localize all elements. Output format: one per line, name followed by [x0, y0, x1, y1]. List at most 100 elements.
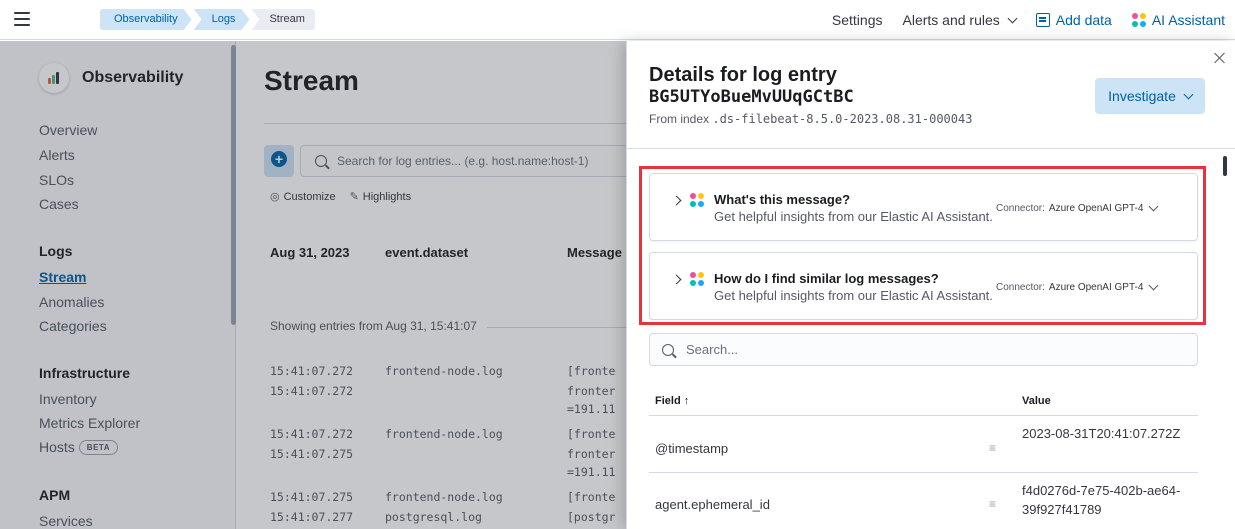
- ai-assistant-icon: [1131, 13, 1146, 27]
- menu-toggle-icon[interactable]: [14, 12, 30, 26]
- flyout-scrollbar[interactable]: [1223, 156, 1227, 176]
- chevron-down-icon: [1183, 89, 1194, 99]
- field-name: agent.ephemeral_id: [655, 497, 770, 512]
- log-time: 15:41:07.275: [270, 490, 354, 504]
- sidebar-item-inventory[interactable]: Inventory: [39, 391, 97, 407]
- sidebar-item-metrics-explorer[interactable]: Metrics Explorer: [39, 415, 140, 431]
- search-icon: [315, 155, 327, 167]
- chevron-down-icon: [1007, 13, 1018, 23]
- flyout-header-divider: [627, 148, 1235, 149]
- connector-label: Connector:: [996, 203, 1045, 214]
- customize-button[interactable]: ◎ Customize: [270, 190, 336, 203]
- add-data-label: Add data: [1055, 12, 1112, 28]
- investigate-label: Investigate: [1108, 88, 1176, 104]
- sidebar-item-slos[interactable]: SLOs: [39, 172, 74, 188]
- log-search-placeholder: Search for log entries... (e.g. host.nam…: [337, 154, 589, 168]
- sort-ascending-icon: ↑: [683, 395, 690, 407]
- breadcrumb-stream: Stream: [251, 9, 315, 30]
- alerts-label: Alerts and rules: [902, 12, 1000, 28]
- close-icon[interactable]: [1213, 51, 1227, 65]
- sidebar-scrollbar[interactable]: [231, 45, 236, 325]
- header-actions: Settings Alerts and rules Add data AI As…: [832, 0, 1225, 40]
- breadcrumb: Observability Logs Stream: [100, 9, 317, 30]
- highlighter-icon: ✎: [349, 191, 359, 203]
- add-data-button[interactable]: Add data: [1035, 12, 1112, 28]
- ai-assistant-icon: [690, 193, 704, 207]
- sidebar-item-hosts-label: Hosts: [39, 439, 75, 455]
- log-time: 15:41:07.277: [270, 510, 354, 524]
- value-column-header: Value: [1022, 395, 1051, 407]
- sidebar-item-alerts[interactable]: Alerts: [39, 147, 75, 163]
- log-dataset: frontend-node.log: [385, 364, 503, 378]
- sidebar-item-overview[interactable]: Overview: [39, 122, 97, 138]
- ai-prompt-whats-this-message[interactable]: What's this message? Get helpful insight…: [649, 173, 1198, 241]
- ai-prompt-find-similar[interactable]: How do I find similar log messages? Get …: [649, 252, 1198, 320]
- ai-assistant-label: AI Assistant: [1151, 12, 1225, 28]
- field-name: @timestamp: [655, 441, 729, 456]
- sidebar-heading-apm: APM: [39, 487, 71, 503]
- highlights-button[interactable]: ✎ Highlights: [350, 190, 412, 203]
- index-prefix: From index: [649, 112, 713, 126]
- log-entry-index: From index .ds-filebeat-8.5.0-2023.08.31…: [649, 112, 972, 126]
- chevron-right-icon: [671, 274, 682, 285]
- connector-label: Connector:: [996, 282, 1045, 293]
- breadcrumb-observability[interactable]: Observability: [100, 9, 192, 30]
- alerts-and-rules-menu[interactable]: Alerts and rules: [902, 12, 1018, 28]
- add-filter-button[interactable]: [264, 145, 294, 177]
- filter-icon[interactable]: ≡: [989, 497, 996, 511]
- top-header: Observability Logs Stream Settings Alert…: [0, 0, 1235, 40]
- sidebar-heading-logs: Logs: [39, 243, 73, 259]
- field-column-header[interactable]: Field ↑: [655, 395, 689, 407]
- beta-badge: BETA: [78, 440, 118, 455]
- field-search-input[interactable]: Search...: [649, 333, 1198, 366]
- column-header-date[interactable]: Aug 31, 2023: [270, 245, 350, 260]
- ai-prompt-subtitle: Get helpful insights from our Elastic AI…: [714, 209, 993, 224]
- stream-page: Stream Search for log entries... (e.g. h…: [237, 41, 626, 529]
- connector-selector[interactable]: Connector: Azure OpenAI GPT-4: [996, 201, 1159, 214]
- sidebar-item-stream[interactable]: Stream: [39, 269, 86, 285]
- breadcrumb-logs[interactable]: Logs: [194, 9, 250, 30]
- ai-assistant-icon: [690, 272, 704, 286]
- settings-label: Settings: [831, 12, 883, 28]
- sidebar-item-hosts[interactable]: Hosts BETA: [39, 439, 118, 455]
- column-header-message[interactable]: Message: [567, 245, 622, 260]
- chevron-down-icon: [1148, 280, 1159, 291]
- log-time: 15:41:07.275: [270, 447, 354, 461]
- log-message: =191.11: [567, 465, 616, 479]
- filter-icon[interactable]: ≡: [989, 441, 996, 455]
- sidebar-item-anomalies[interactable]: Anomalies: [39, 294, 104, 310]
- customize-label: Customize: [283, 191, 336, 203]
- index-name: .ds-filebeat-8.5.0-2023.08.31-000043: [712, 112, 973, 126]
- log-dataset: frontend-node.log: [385, 427, 503, 441]
- investigate-button[interactable]: Investigate: [1095, 78, 1205, 114]
- observability-logo-icon: [39, 63, 69, 93]
- sidebar-item-categories[interactable]: Categories: [39, 318, 107, 334]
- log-entry-flyout: Details for log entry BG5UTYoBueMvUUqGCt…: [626, 41, 1235, 529]
- sidebar-item-cases[interactable]: Cases: [39, 196, 79, 212]
- observability-app: Observability Overview Alerts SLOs Cases…: [0, 41, 626, 529]
- chevron-down-icon: [1148, 201, 1159, 212]
- column-header-dataset[interactable]: event.dataset: [385, 245, 468, 260]
- field-value: f4d0276d-7e75-402b-ae64-39f927f41789: [1022, 483, 1181, 517]
- page-title: Stream: [264, 65, 359, 96]
- log-message: fronter: [567, 447, 616, 461]
- connector-selector[interactable]: Connector: Azure OpenAI GPT-4: [996, 280, 1159, 293]
- ai-prompt-question: How do I find similar log messages?: [714, 271, 939, 286]
- field-header-label: Field: [655, 395, 681, 407]
- log-time: 15:41:07.272: [270, 364, 354, 378]
- log-search-input[interactable]: Search for log entries... (e.g. host.nam…: [300, 145, 626, 177]
- title-divider: [264, 123, 626, 124]
- settings-link[interactable]: Settings: [832, 12, 883, 28]
- ai-prompt-question: What's this message?: [714, 192, 851, 207]
- showing-entries-text: Showing entries from Aug 31, 15:41:07: [270, 319, 477, 333]
- field-search-placeholder: Search...: [686, 342, 739, 357]
- add-data-icon: [1035, 13, 1050, 27]
- sidebar-heading-infrastructure: Infrastructure: [39, 365, 131, 381]
- sidebar-item-services[interactable]: Services: [39, 513, 93, 529]
- log-message: fronter: [567, 384, 616, 398]
- log-dataset: frontend-node.log: [385, 490, 503, 504]
- log-message: [fronte: [567, 490, 616, 504]
- ai-assistant-button[interactable]: AI Assistant: [1131, 12, 1225, 28]
- eye-icon: ◎: [270, 191, 280, 203]
- chevron-right-icon: [671, 195, 682, 206]
